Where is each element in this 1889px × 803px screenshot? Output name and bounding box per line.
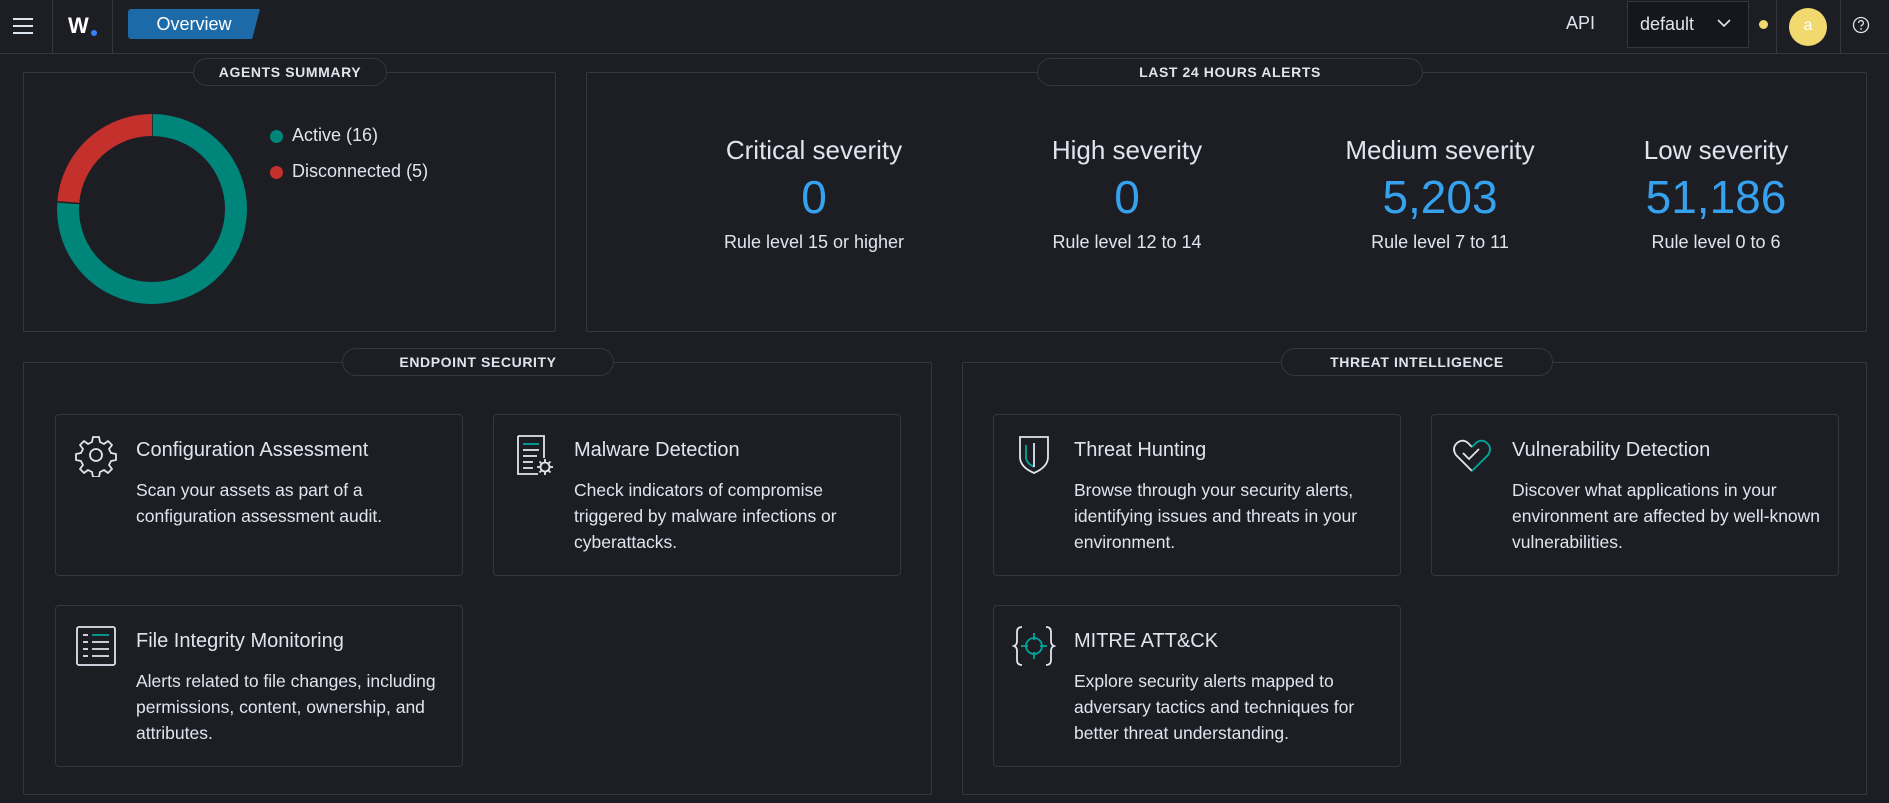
index-pattern-value: default	[1640, 14, 1695, 34]
severity-label: Low severity	[1643, 135, 1789, 165]
legend-dot-active	[270, 130, 283, 143]
severity-rule: Rule level 12 to 14	[1052, 232, 1202, 252]
chevron-down-icon	[1717, 19, 1731, 28]
card-threat-hunting[interactable]: Threat Hunting Browse through your secur…	[993, 414, 1401, 576]
alerts-title: LAST 24 HOURS ALERTS	[1037, 58, 1423, 86]
card-description: Discover what applications in your envir…	[1512, 480, 1821, 552]
logo-text: W	[68, 13, 89, 38]
severity-low[interactable]: Low severity 51,186 Rule level 0 to 6	[1561, 135, 1871, 253]
card-malware-detection[interactable]: Malware Detection Check indicators of co…	[493, 414, 901, 576]
severity-label: Critical severity	[725, 135, 903, 165]
heart-check-icon	[1453, 439, 1491, 472]
endpoint-security-panel: ENDPOINT SECURITY Configuration Assessme…	[23, 348, 932, 795]
legend-active-label: Active (16)	[292, 125, 379, 145]
severity-medium[interactable]: Medium severity 5,203 Rule level 7 to 11	[1285, 135, 1595, 253]
card-description: Browse through your security alerts, ide…	[1074, 480, 1358, 552]
card-configuration-assessment[interactable]: Configuration Assessment Scan your asset…	[55, 414, 463, 576]
help-icon[interactable]	[1852, 16, 1870, 34]
donut-slice-disconnected[interactable]	[57, 114, 153, 204]
severity-critical[interactable]: Critical severity 0 Rule level 15 or hig…	[659, 135, 969, 253]
card-title: Malware Detection	[574, 439, 740, 461]
menu-icon[interactable]	[10, 13, 36, 39]
legend-dot-disconnected	[270, 166, 283, 179]
card-description: Check indicators of compromise triggered…	[574, 480, 837, 552]
legend-disconnected-label: Disconnected (5)	[292, 161, 429, 181]
card-title: Vulnerability Detection	[1512, 439, 1711, 461]
legend-active[interactable]: Active (16)	[270, 125, 379, 146]
severity-value[interactable]: 5,203	[1285, 170, 1595, 224]
severity-rule: Rule level 0 to 6	[1651, 232, 1781, 252]
threat-intelligence-panel: THREAT INTELLIGENCE Threat Hunting Brows…	[962, 348, 1867, 795]
index-pattern-select[interactable]: default	[1627, 1, 1749, 48]
severity-high[interactable]: High severity 0 Rule level 12 to 14	[972, 135, 1282, 253]
divider	[1840, 0, 1841, 53]
card-mitre-attack[interactable]: MITRE ATT&CK Explore security alerts map…	[993, 605, 1401, 767]
agents-donut-chart	[57, 114, 247, 304]
shield-icon	[1019, 436, 1049, 474]
legend-disconnected[interactable]: Disconnected (5)	[270, 161, 429, 182]
card-description: Alerts related to file changes, includin…	[136, 671, 436, 743]
api-button[interactable]: API	[1566, 13, 1595, 34]
severity-label: High severity	[1051, 135, 1203, 165]
card-title: Threat Hunting	[1074, 439, 1207, 461]
divider	[1776, 0, 1777, 53]
severity-label: Medium severity	[1345, 135, 1535, 165]
endpoint-security-title: ENDPOINT SECURITY	[342, 348, 614, 376]
agents-summary-title: AGENTS SUMMARY	[193, 58, 387, 86]
document-gear-icon	[517, 435, 553, 475]
divider	[112, 0, 113, 53]
card-file-integrity-monitoring[interactable]: File Integrity Monitoring Alerts related…	[55, 605, 463, 767]
severity-rule: Rule level 15 or higher	[723, 232, 905, 252]
divider	[52, 0, 53, 53]
severity-rule: Rule level 7 to 11	[1371, 232, 1509, 252]
card-title: Configuration Assessment	[136, 439, 369, 461]
threat-intelligence-title: THREAT INTELLIGENCE	[1281, 348, 1553, 376]
breadcrumb-overview[interactable]: Overview	[128, 9, 260, 39]
alerts-panel: LAST 24 HOURS ALERTS Critical severity 0…	[586, 58, 1867, 332]
logo-dot	[91, 30, 97, 36]
logo[interactable]: W	[68, 12, 102, 40]
card-vulnerability-detection[interactable]: Vulnerability Detection Discover what ap…	[1431, 414, 1839, 576]
gear-icon	[75, 436, 117, 477]
card-description: Scan your assets as part of a configurat…	[136, 480, 383, 526]
status-dot	[1759, 20, 1768, 29]
card-description: Explore security alerts mapped to advers…	[1074, 671, 1355, 743]
file-list-icon	[76, 626, 116, 666]
top-bar: W Overview API default a	[0, 0, 1889, 54]
severity-value[interactable]: 0	[659, 170, 969, 224]
avatar[interactable]: a	[1789, 8, 1827, 46]
card-title: MITRE ATT&CK	[1074, 630, 1219, 652]
severity-value[interactable]: 51,186	[1561, 170, 1871, 224]
crosshair-icon	[1012, 626, 1056, 666]
agents-summary-panel: AGENTS SUMMARY Active (16) Disconnected …	[23, 58, 556, 332]
card-title: File Integrity Monitoring	[136, 630, 344, 652]
severity-value[interactable]: 0	[972, 170, 1282, 224]
